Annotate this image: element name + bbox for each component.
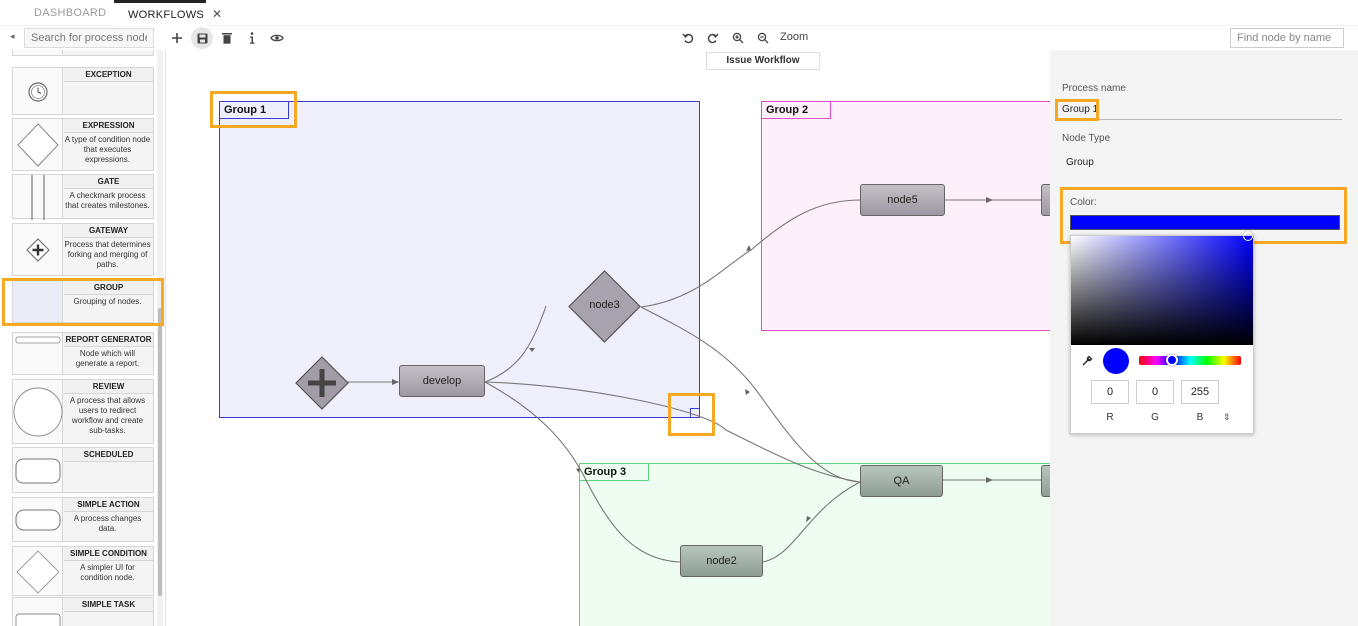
palette-item-description: A process changes data. — [73, 514, 142, 533]
red-label: R — [1106, 412, 1114, 423]
node-partial-right-green[interactable] — [1041, 465, 1050, 497]
node-node2[interactable]: node2 — [680, 545, 763, 577]
palette-item-name: SCHEDULED — [64, 448, 153, 462]
toolbar: ◂ Zoom — [0, 26, 1358, 50]
diamond-icon — [13, 119, 63, 170]
save-icon[interactable] — [191, 27, 213, 49]
tab-bar: DASHBOARD WORKFLOWS ✕ — [0, 0, 1358, 26]
zoom-label[interactable]: Zoom — [780, 31, 808, 43]
eyedropper-icon[interactable] — [1081, 355, 1093, 370]
redo-icon[interactable] — [702, 27, 724, 49]
zoom-out-icon[interactable] — [752, 27, 774, 49]
palette-item-simple-action[interactable]: SIMPLE ACTION A process changes data. — [12, 497, 154, 542]
node-develop[interactable]: develop — [399, 365, 485, 397]
report-icon — [13, 333, 63, 374]
palette-item-name: GATE — [64, 175, 153, 189]
blue-input[interactable] — [1181, 380, 1219, 404]
palette-item-thumbnail — [13, 50, 63, 55]
process-name-underline — [1062, 119, 1342, 120]
palette-item-review[interactable]: REVIEW A process that allows users to re… — [12, 379, 154, 444]
close-tab-icon[interactable]: ✕ — [212, 7, 222, 21]
blue-label: B — [1196, 412, 1204, 423]
node-type-label: Node Type — [1062, 133, 1111, 144]
workflow-canvas[interactable]: Issue Workflow Group 1 Group 2 Group 3 d… — [166, 50, 1050, 626]
palette-item-description: Node which will generate a report. — [75, 349, 140, 368]
palette-item-report-generator[interactable]: REPORT GENERATOR Node which will generat… — [12, 332, 154, 375]
simple-task-icon — [13, 598, 63, 626]
palette-item-name: SIMPLE CONDITION — [64, 547, 153, 561]
palette-item-description: A type of condition node that executes e… — [64, 135, 151, 164]
color-format-toggle-icon[interactable]: ⇕ — [1223, 412, 1231, 423]
color-picker: R G B ⇕ — [1070, 231, 1254, 434]
palette-item-name: GATEWAY — [64, 224, 153, 238]
process-name-label: Process name — [1062, 83, 1126, 94]
group-label-highlight — [210, 91, 297, 128]
palette-item-description: A process that allows users to redirect … — [69, 396, 146, 435]
gateway-node[interactable] — [295, 356, 349, 413]
palette-item-name: EXCEPTION — [64, 68, 153, 82]
red-input[interactable] — [1091, 380, 1129, 404]
node-node3[interactable]: node3 — [568, 270, 641, 343]
palette-item-name: SIMPLE ACTION — [64, 498, 153, 512]
palette-item-simple-condition[interactable]: SIMPLE CONDITION A simpler UI for condit… — [12, 546, 154, 596]
review-circle-icon — [13, 380, 63, 443]
properties-panel: Process name Group 1 Node Type Group Col… — [1050, 50, 1358, 626]
node-qa[interactable]: QA — [860, 465, 943, 497]
palette-item-name: REVIEW — [64, 380, 153, 394]
saturation-cursor[interactable] — [1243, 231, 1253, 241]
palette-search-input[interactable] — [24, 28, 154, 48]
zoom-in-icon[interactable] — [727, 27, 749, 49]
process-name-highlight — [1055, 99, 1099, 121]
eye-icon[interactable] — [266, 27, 288, 49]
undo-icon[interactable] — [677, 27, 699, 49]
plus-icon[interactable] — [166, 27, 188, 49]
tab-workflows[interactable]: WORKFLOWS ✕ — [114, 0, 222, 26]
palette-item-name: EXPRESSION — [64, 119, 153, 133]
node-node5[interactable]: node5 — [860, 184, 945, 216]
node-palette: EXCEPTION EXPRESSION A type of condition… — [0, 50, 166, 626]
condition-diamond-icon — [13, 547, 63, 595]
palette-item-partial[interactable] — [12, 50, 154, 56]
palette-item-exception[interactable]: EXCEPTION — [12, 67, 154, 115]
palette-item-gateway[interactable]: GATEWAY Process that determines forking … — [12, 223, 154, 276]
scheduled-icon — [13, 448, 63, 492]
gateway-plus-icon — [13, 224, 63, 275]
node-type-value: Group — [1066, 157, 1094, 168]
palette-item-description: A simpler UI for condition node. — [80, 563, 135, 582]
palette-item-simple-task[interactable]: SIMPLE TASK — [12, 597, 154, 626]
trash-icon[interactable] — [216, 27, 238, 49]
node-partial-right[interactable] — [1041, 184, 1050, 216]
hue-slider-knob[interactable] — [1166, 354, 1178, 366]
palette-item-name: SIMPLE TASK — [64, 598, 153, 612]
green-input[interactable] — [1136, 380, 1174, 404]
palette-item-gate[interactable]: GATE A checkmark process that creates mi… — [12, 174, 154, 220]
palette-item-description: Process that determines forking and merg… — [64, 240, 151, 269]
palette-item-scheduled[interactable]: SCHEDULED — [12, 447, 154, 493]
palette-scrollbar-thumb[interactable] — [158, 308, 162, 596]
node3-label: node3 — [589, 299, 620, 311]
green-label: G — [1151, 412, 1159, 423]
collapse-palette-icon[interactable]: ◂ — [10, 31, 15, 42]
palette-item-expression[interactable]: EXPRESSION A type of condition node that… — [12, 118, 154, 171]
resize-handle-highlight — [668, 393, 715, 436]
gateway-plus-icon — [295, 356, 349, 410]
gate-icon — [13, 175, 63, 220]
clock-icon — [13, 68, 63, 114]
group-item-highlight — [2, 278, 164, 326]
tab-dashboard[interactable]: DASHBOARD — [20, 0, 120, 26]
palette-item-name: REPORT GENERATOR — [64, 333, 153, 347]
simple-action-icon — [13, 498, 63, 541]
hue-slider[interactable] — [1139, 356, 1241, 365]
info-icon[interactable] — [241, 27, 263, 49]
color-swatch — [1103, 348, 1129, 374]
saturation-area[interactable] — [1071, 236, 1253, 345]
palette-item-description: A checkmark process that creates milesto… — [65, 191, 150, 210]
find-node-input[interactable] — [1230, 28, 1344, 48]
tab-workflows-label: WORKFLOWS — [128, 9, 205, 21]
